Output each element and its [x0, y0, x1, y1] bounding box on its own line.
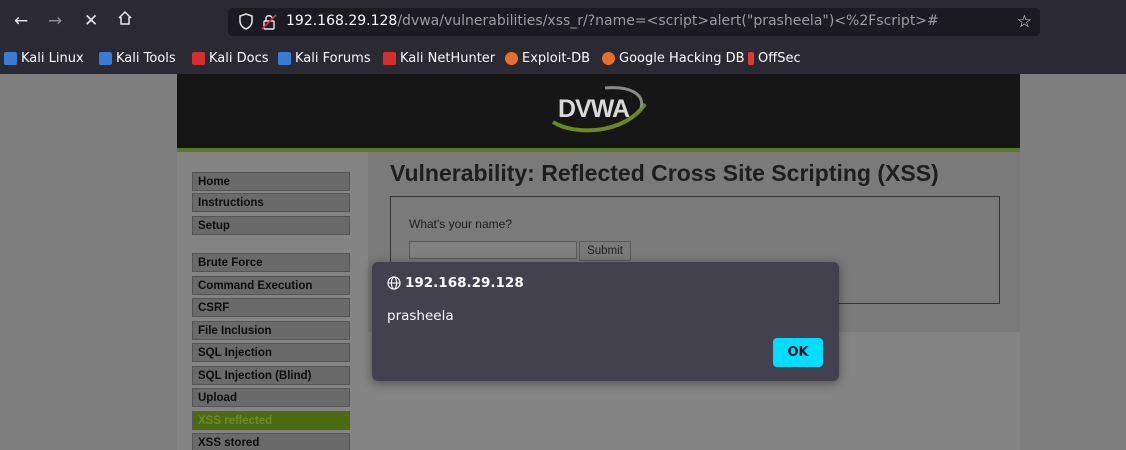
back-arrow-icon[interactable]: ←: [14, 10, 28, 32]
dvwa-logo: DVWA: [545, 84, 655, 134]
alert-origin: 192.168.29.128: [387, 275, 524, 291]
nethunter-icon: [383, 52, 396, 65]
bookmark-kali-docs[interactable]: Kali Docs: [192, 51, 269, 66]
forward-arrow-icon[interactable]: →: [48, 10, 62, 32]
menu-item-csrf[interactable]: CSRF: [192, 298, 350, 317]
menu-item-sql-injection-blind[interactable]: SQL Injection (Blind): [192, 366, 350, 385]
alert-dialog: 192.168.29.128 prasheela OK: [372, 262, 839, 381]
insecure-lock-icon[interactable]: [261, 13, 277, 34]
kali-docs-icon: [192, 52, 205, 65]
url-bar[interactable]: 192.168.29.128/dvwa/vulnerabilities/xss_…: [228, 8, 1040, 36]
menu-item-xss-stored[interactable]: XSS stored: [192, 433, 350, 450]
url-path: /dvwa/vulnerabilities/xss_r/?name=<scrip…: [397, 13, 939, 29]
name-input[interactable]: [409, 241, 577, 259]
page-title: Vulnerability: Reflected Cross Site Scri…: [390, 160, 939, 186]
globe-icon: [387, 276, 401, 290]
menu-item-upload[interactable]: Upload: [192, 388, 350, 407]
ok-button[interactable]: OK: [773, 338, 823, 367]
kali-tools-icon: [99, 52, 112, 65]
bookmark-star-icon[interactable]: ☆: [1017, 12, 1032, 32]
menu-item-sql-injection[interactable]: SQL Injection: [192, 343, 350, 362]
home-icon[interactable]: [117, 10, 133, 32]
alert-message: prasheela: [387, 308, 454, 324]
menu-item-file-inclusion[interactable]: File Inclusion: [192, 321, 350, 340]
menu-item-brute-force[interactable]: Brute Force: [192, 253, 350, 272]
dvwa-header: DVWA: [177, 74, 1020, 152]
menu-item-instructions[interactable]: Instructions: [192, 193, 350, 212]
alert-origin-text: 192.168.29.128: [405, 275, 524, 291]
kali-dragon-icon: [4, 52, 17, 65]
bookmark-offsec[interactable]: OffSec: [748, 51, 801, 66]
shield-icon[interactable]: [238, 13, 254, 34]
menu-item-home[interactable]: Home: [192, 172, 350, 191]
url-host: 192.168.29.128: [286, 13, 398, 29]
bookmark-exploit-db[interactable]: Exploit-DB: [505, 51, 590, 66]
exploit-db-icon: [505, 52, 518, 65]
url-text[interactable]: 192.168.29.128/dvwa/vulnerabilities/xss_…: [286, 13, 939, 29]
browser-toolbar: ← → ✕ 192.168.29.128/dvwa/vulnerabilitie…: [0, 0, 1126, 44]
offsec-icon: [748, 52, 754, 65]
bookmark-kali-linux[interactable]: Kali Linux: [4, 51, 84, 66]
bookmark-kali-forums[interactable]: Kali Forums: [278, 51, 371, 66]
kali-forums-icon: [278, 52, 291, 65]
menu-item-command-execution[interactable]: Command Execution: [192, 276, 350, 295]
menu-item-xss-reflected[interactable]: XSS reflected: [192, 411, 350, 430]
bookmark-google-hacking-db[interactable]: Google Hacking DB: [602, 51, 745, 66]
bookmarks-bar: Kali Linux Kali Tools Kali Docs Kali For…: [0, 44, 1126, 74]
bookmark-kali-nethunter[interactable]: Kali NetHunter: [383, 51, 495, 66]
name-question-label: What's your name?: [409, 217, 513, 231]
ghdb-icon: [602, 52, 615, 65]
submit-button[interactable]: Submit: [579, 241, 631, 261]
bookmark-kali-tools[interactable]: Kali Tools: [99, 51, 176, 66]
menu-item-setup[interactable]: Setup: [192, 216, 350, 235]
stop-icon[interactable]: ✕: [84, 10, 98, 32]
